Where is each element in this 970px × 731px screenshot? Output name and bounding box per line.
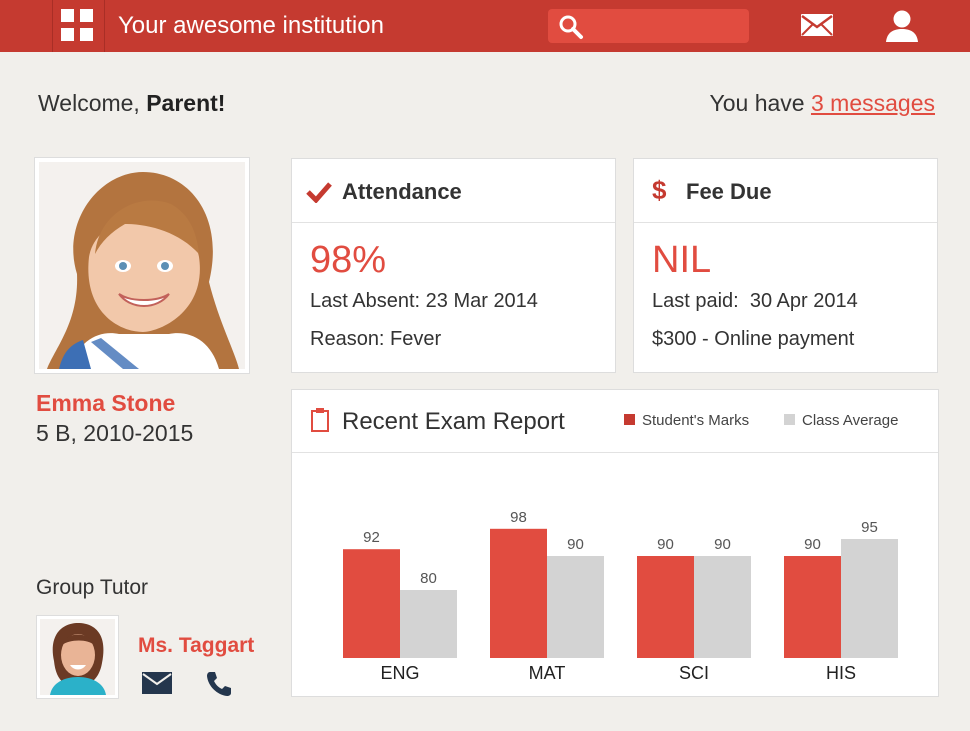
bar-mat-student [490, 528, 547, 658]
app-title: Your awesome institution [118, 12, 384, 39]
category-label: SCI [679, 663, 709, 683]
top-bar: Your awesome institution [0, 0, 970, 52]
welcome-name: Parent! [146, 90, 226, 116]
attendance-reason: Reason: Fever [310, 328, 442, 350]
bar-his-average [841, 539, 898, 658]
bar-mat-average [547, 556, 604, 658]
attendance-card: Attendance 98% Last Absent: 23 Mar 2014 … [291, 158, 616, 373]
fee-payment: $300 - Online payment [652, 328, 855, 350]
bar-sci-average [694, 556, 751, 658]
category-label: HIS [826, 663, 856, 683]
fee-last-paid: Last paid: 30 Apr 2014 [652, 290, 858, 312]
search-icon [559, 15, 583, 39]
attendance-last-absent: Last Absent: 23 Mar 2014 [310, 290, 538, 312]
fee-value: NIL [652, 239, 712, 281]
tutor-photo [40, 619, 115, 695]
grid-menu-icon[interactable] [52, 0, 105, 52]
envelope-icon[interactable] [141, 671, 173, 695]
bar-eng-average [400, 590, 457, 658]
menu-square [80, 9, 93, 22]
exam-bar-chart: 92 80 ENG 98 90 MAT 90 90 SCI 90 95 HIS [343, 509, 898, 683]
bar-his-student [784, 556, 841, 658]
search-input[interactable] [592, 15, 737, 37]
bar-value-label: 92 [363, 529, 380, 546]
welcome-text: Welcome, Parent! [38, 90, 225, 117]
bar-value-label: 80 [420, 570, 437, 587]
bar-value-label: 98 [510, 509, 527, 526]
bar-value-label: 90 [714, 536, 731, 553]
phone-icon[interactable] [204, 669, 234, 699]
bar-eng-student [343, 549, 400, 658]
tutor-label: Group Tutor [36, 576, 149, 599]
messages-notice: You have 3 messages [710, 90, 935, 117]
messages-link[interactable]: 3 messages [811, 90, 935, 116]
attendance-title: Attendance [342, 179, 462, 204]
student-name: Emma Stone [36, 390, 176, 416]
user-icon[interactable] [884, 9, 920, 43]
exam-report-card: Recent Exam Report Student's Marks Class… [291, 389, 939, 697]
dollar-icon: $ [652, 175, 667, 205]
tutor-name: Ms. Taggart [138, 634, 255, 657]
menu-square [80, 28, 93, 41]
fee-title: Fee Due [686, 179, 772, 204]
welcome-greeting: Welcome, [38, 90, 147, 116]
envelope-icon[interactable] [800, 13, 834, 39]
check-icon [306, 182, 332, 203]
bar-value-label: 90 [657, 536, 674, 553]
bar-value-label: 95 [861, 519, 878, 536]
attendance-value: 98% [310, 239, 387, 281]
menu-square [61, 9, 74, 22]
bar-sci-student [637, 556, 694, 658]
fee-card-header: $ Fee Due [634, 159, 937, 223]
student-photo [39, 162, 245, 369]
fee-card: $ Fee Due NIL Last paid: 30 Apr 2014 $30… [633, 158, 938, 373]
category-label: MAT [529, 663, 566, 683]
attendance-card-header: Attendance [292, 159, 615, 223]
messages-prefix: You have [709, 90, 811, 116]
bar-value-label: 90 [804, 536, 821, 553]
bar-value-label: 90 [567, 536, 584, 553]
student-photo-frame [34, 157, 250, 374]
tutor-photo-frame [36, 615, 119, 699]
category-label: ENG [380, 663, 419, 683]
student-class: 5 B, 2010-2015 [36, 420, 194, 446]
search-box[interactable] [548, 9, 749, 43]
menu-square [61, 28, 74, 41]
